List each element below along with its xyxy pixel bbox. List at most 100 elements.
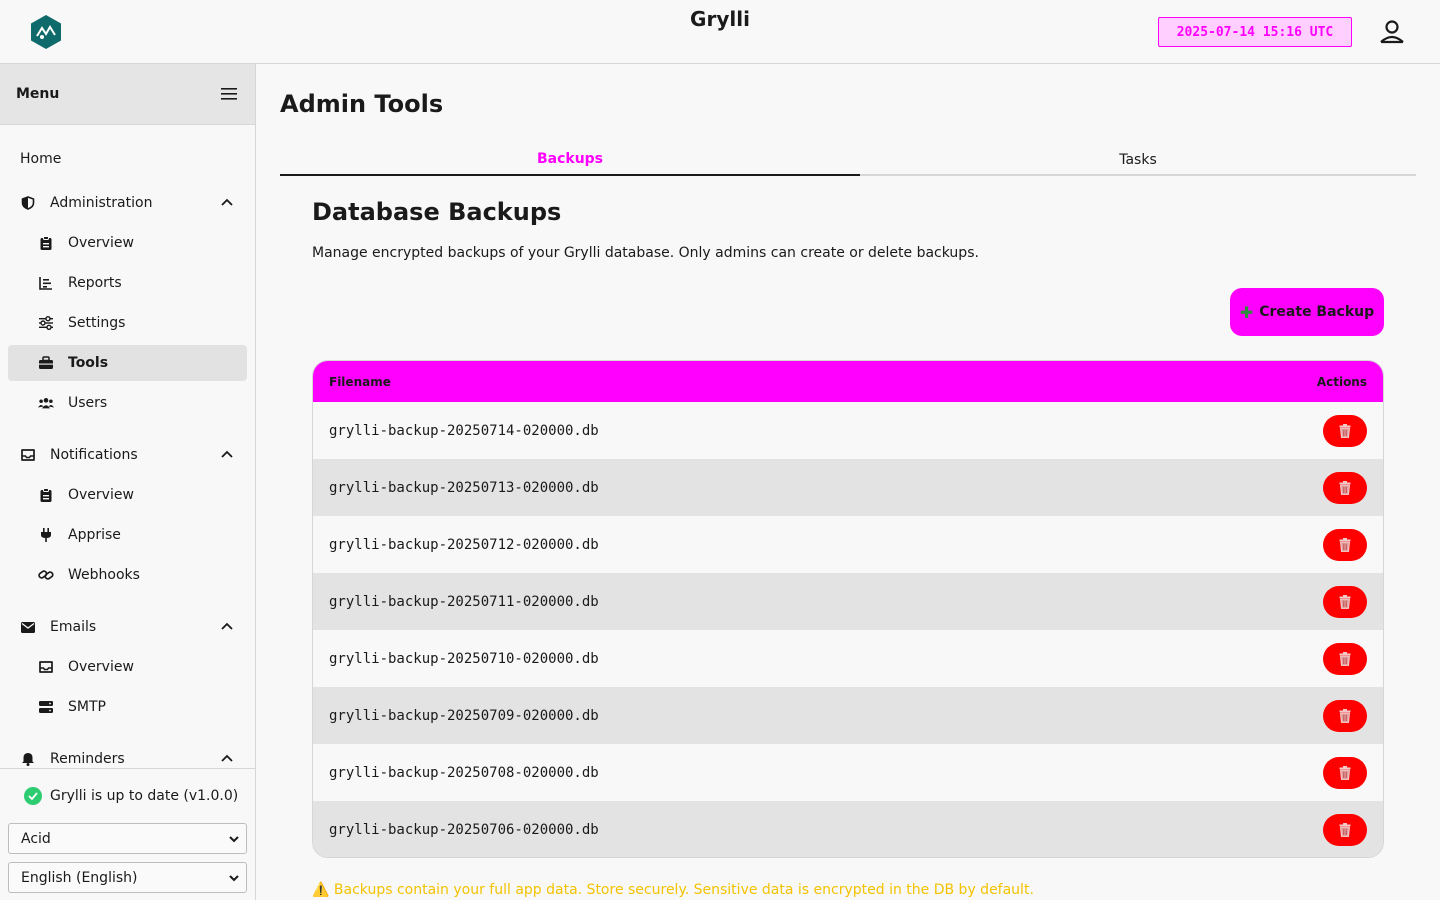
datetime-display: 2025-07-14 15:16 UTC xyxy=(1158,17,1352,47)
toolbox-icon xyxy=(38,355,54,371)
sidebar-item-label: Notifications xyxy=(50,447,138,463)
table-row: grylli-backup-20250708-020000.db xyxy=(313,744,1383,801)
theme-select[interactable]: Acid xyxy=(8,823,247,854)
page-title: Admin Tools xyxy=(280,90,444,118)
backups-table: Filename Actions grylli-backup-20250714-… xyxy=(312,360,1384,858)
sidebar-item-apprise[interactable]: Apprise xyxy=(8,517,247,553)
table-row: grylli-backup-20250710-020000.db xyxy=(313,630,1383,687)
language-select[interactable]: English (English) xyxy=(8,862,247,893)
trash-icon xyxy=(1339,822,1351,837)
inbox-icon xyxy=(38,659,54,675)
check-circle-icon xyxy=(24,787,42,805)
inbox-icon xyxy=(20,447,36,463)
backup-filename: grylli-backup-20250711-020000.db xyxy=(329,593,599,610)
sidebar-item-label: Home xyxy=(20,151,62,167)
hamburger-icon xyxy=(221,88,237,100)
backup-filename: grylli-backup-20250709-020000.db xyxy=(329,707,599,724)
delete-backup-button[interactable] xyxy=(1323,699,1367,732)
user-icon xyxy=(1380,20,1404,44)
delete-backup-button[interactable] xyxy=(1323,528,1367,561)
sidebar-item-notifications-overview[interactable]: Overview xyxy=(8,477,247,513)
users-icon xyxy=(38,395,54,411)
clipboard-icon xyxy=(38,487,54,503)
menu-toggle-button[interactable] xyxy=(219,84,239,104)
sidebar-item-label: SMTP xyxy=(68,699,106,715)
trash-icon xyxy=(1339,423,1351,438)
trash-icon xyxy=(1339,594,1351,609)
tab-tasks[interactable]: Tasks xyxy=(860,144,1416,176)
sidebar-group-notifications[interactable]: Notifications xyxy=(8,437,247,473)
trash-icon xyxy=(1339,708,1351,723)
sliders-icon xyxy=(38,315,54,331)
menu-label: Menu xyxy=(16,86,60,102)
delete-backup-button[interactable] xyxy=(1323,585,1367,618)
server-icon xyxy=(38,699,54,715)
update-status: Grylli is up to date (v1.0.0) xyxy=(24,787,238,805)
sidebar-group-reminders[interactable]: Reminders xyxy=(8,741,247,768)
user-account-button[interactable] xyxy=(1376,16,1408,48)
update-status-text: Grylli is up to date (v1.0.0) xyxy=(50,788,239,804)
shield-icon xyxy=(20,195,36,211)
table-row: grylli-backup-20250709-020000.db xyxy=(313,687,1383,744)
trash-icon xyxy=(1339,765,1351,780)
create-backup-label: Create Backup xyxy=(1259,304,1375,320)
chevron-down-icon xyxy=(229,875,239,882)
sidebar-item-admin-overview[interactable]: Overview xyxy=(8,225,247,261)
theme-select-value: Acid xyxy=(21,830,51,847)
sidebar-item-label: Reminders xyxy=(50,751,125,767)
sidebar-item-label: Tools xyxy=(68,355,109,371)
sidebar-item-label: Apprise xyxy=(68,527,121,543)
table-row: grylli-backup-20250706-020000.db xyxy=(313,801,1383,857)
table-row: grylli-backup-20250712-020000.db xyxy=(313,516,1383,573)
chevron-up-icon xyxy=(221,450,233,458)
trash-icon xyxy=(1339,651,1351,666)
backup-filename: grylli-backup-20250710-020000.db xyxy=(329,650,599,667)
plug-icon xyxy=(38,527,54,543)
tab-backups[interactable]: Backups xyxy=(280,144,860,176)
backup-filename: grylli-backup-20250714-020000.db xyxy=(329,422,599,439)
bell-icon xyxy=(20,751,36,767)
envelope-icon xyxy=(20,619,36,635)
sidebar-item-label: Webhooks xyxy=(68,567,140,583)
delete-backup-button[interactable] xyxy=(1323,813,1367,846)
sidebar-item-home[interactable]: Home xyxy=(8,141,247,177)
clipboard-icon xyxy=(38,235,54,251)
main-content: Admin Tools Backups Tasks Database Backu… xyxy=(256,64,1440,900)
sidebar-item-users[interactable]: Users xyxy=(8,385,247,421)
sidebar-item-emails-overview[interactable]: Overview xyxy=(8,649,247,685)
sidebar-item-label: Reports xyxy=(68,275,122,291)
column-header-filename: Filename xyxy=(329,374,391,389)
top-bar: Grylli 2025-07-14 15:16 UTC xyxy=(0,0,1440,64)
table-header: Filename Actions xyxy=(313,361,1383,402)
column-header-actions: Actions xyxy=(1316,374,1367,389)
chevron-up-icon xyxy=(221,198,233,206)
delete-backup-button[interactable] xyxy=(1323,414,1367,447)
chevron-up-icon xyxy=(221,622,233,630)
sidebar-item-tools[interactable]: Tools xyxy=(8,345,247,381)
chart-icon xyxy=(38,275,54,291)
sidebar-item-label: Administration xyxy=(50,195,153,211)
table-row: grylli-backup-20250713-020000.db xyxy=(313,459,1383,516)
sidebar: Menu Home Administration Overview Report… xyxy=(0,64,256,900)
chevron-down-icon xyxy=(229,836,239,843)
chevron-up-icon xyxy=(221,754,233,762)
delete-backup-button[interactable] xyxy=(1323,756,1367,789)
tab-bar: Backups Tasks xyxy=(280,144,1416,176)
delete-backup-button[interactable] xyxy=(1323,471,1367,504)
backup-filename: grylli-backup-20250706-020000.db xyxy=(329,821,599,838)
sidebar-item-webhooks[interactable]: Webhooks xyxy=(8,557,247,593)
sidebar-item-smtp[interactable]: SMTP xyxy=(8,689,247,725)
sidebar-item-label: Overview xyxy=(68,659,134,675)
sidebar-group-emails[interactable]: Emails xyxy=(8,609,247,645)
table-row: grylli-backup-20250714-020000.db xyxy=(313,402,1383,459)
sidebar-footer: Grylli is up to date (v1.0.0) Acid Engli… xyxy=(0,768,255,900)
trash-icon xyxy=(1339,537,1351,552)
trash-icon xyxy=(1339,480,1351,495)
sidebar-item-settings[interactable]: Settings xyxy=(8,305,247,341)
backup-filename: grylli-backup-20250708-020000.db xyxy=(329,764,599,781)
create-backup-button[interactable]: ✚ Create Backup xyxy=(1230,288,1384,336)
sidebar-group-administration[interactable]: Administration xyxy=(8,185,247,221)
sidebar-nav[interactable]: Home Administration Overview Reports Set… xyxy=(0,125,255,768)
sidebar-item-reports[interactable]: Reports xyxy=(8,265,247,301)
delete-backup-button[interactable] xyxy=(1323,642,1367,675)
